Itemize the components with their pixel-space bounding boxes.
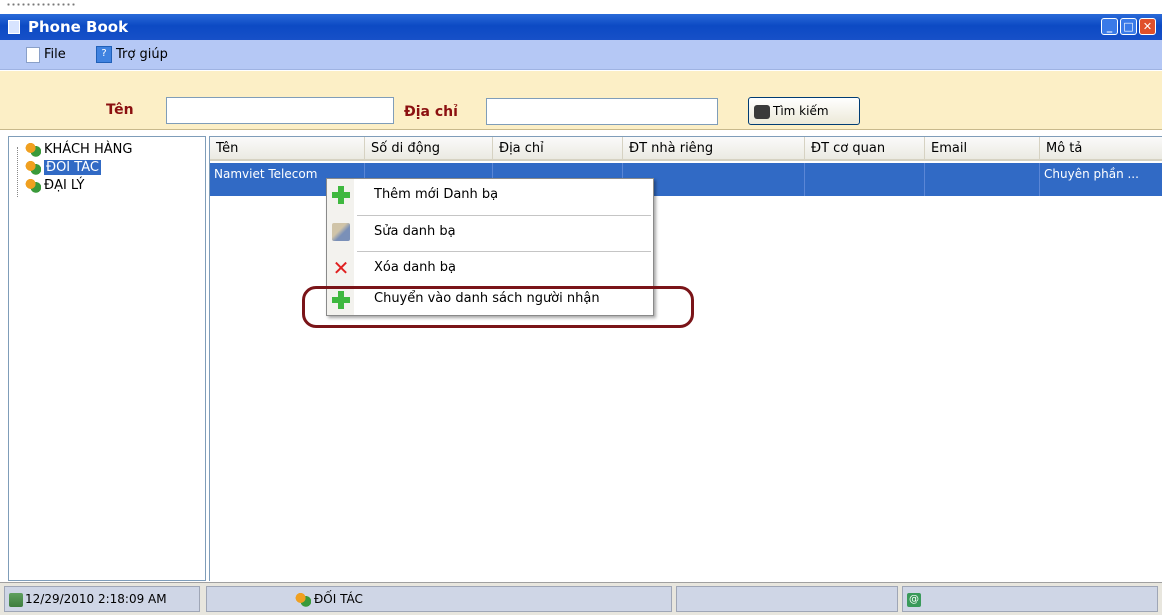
group-icon — [25, 142, 41, 157]
tree-item-dai-ly[interactable]: ĐẠI LÝ — [25, 177, 84, 195]
group-icon — [25, 178, 41, 193]
status-panel-empty — [676, 586, 898, 612]
app-icon — [8, 20, 20, 34]
menu-item-delete-contact[interactable]: ✕ Xóa danh bạ — [327, 251, 653, 285]
menu-item-add-contact[interactable]: Thêm mới Danh bạ — [327, 179, 653, 213]
menu-item-label: Thêm mới Danh bạ — [374, 187, 499, 202]
status-mail: @ — [902, 586, 1158, 612]
menu-help-label: Trợ giúp — [116, 47, 168, 62]
menu-bar: File ? Trợ giúp — [0, 40, 1162, 70]
tree-item-label: ĐẠI LÝ — [44, 178, 85, 193]
tree-item-label: ĐỐI TÁC — [44, 160, 101, 175]
dotted-decoration — [6, 2, 76, 8]
address-search-input[interactable] — [486, 98, 718, 125]
search-button-label: Tìm kiếm — [773, 104, 829, 118]
column-header-address[interactable]: Địa chỉ — [493, 137, 623, 161]
menu-item-edit-contact[interactable]: Sửa danh bạ — [327, 215, 653, 249]
status-datetime-text: 12/29/2010 2:18:09 AM — [25, 592, 167, 606]
clock-icon — [9, 592, 23, 607]
name-label: Tên — [106, 102, 134, 118]
menu-item-label: Xóa danh bạ — [374, 260, 457, 275]
address-label: Địa chỉ — [404, 104, 458, 120]
search-button[interactable]: Tìm kiếm — [748, 97, 860, 125]
name-search-input[interactable] — [166, 97, 394, 124]
column-header-name[interactable]: Tên — [210, 137, 365, 161]
minimize-button[interactable]: _ — [1101, 18, 1118, 35]
maximize-button[interactable]: □ — [1120, 18, 1137, 35]
window-title: Phone Book — [28, 18, 129, 36]
group-icon — [295, 592, 311, 607]
group-icon — [25, 160, 41, 175]
cell-description: Chuyên phần ... — [1040, 163, 1162, 196]
cell-office-phone — [805, 163, 925, 196]
top-strip — [0, 0, 1162, 14]
status-group: ĐỐI TÁC — [206, 586, 672, 612]
contact-group-tree: KHÁCH HÀNG ĐỐI TÁC ĐẠI LÝ — [8, 136, 206, 581]
title-bar[interactable]: Phone Book _ □ ✕ — [0, 14, 1162, 40]
column-header-mobile[interactable]: Số di động — [365, 137, 493, 161]
search-panel: Tên Địa chỉ Tìm kiếm — [0, 71, 1162, 130]
column-header-home-phone[interactable]: ĐT nhà riêng — [623, 137, 805, 161]
menu-help[interactable]: ? Trợ giúp — [96, 44, 168, 66]
help-icon: ? — [96, 46, 112, 63]
cell-email — [925, 163, 1040, 196]
highlight-annotation — [302, 286, 694, 328]
column-header-description[interactable]: Mô tả — [1040, 137, 1162, 161]
edit-icon — [332, 223, 350, 241]
menu-item-label: Sửa danh bạ — [374, 224, 456, 239]
file-icon — [26, 46, 40, 63]
red-x-icon: ✕ — [332, 256, 350, 280]
tree-connector — [17, 147, 25, 197]
status-bar: 12/29/2010 2:18:09 AM ĐỐI TÁC @ — [0, 582, 1162, 615]
tree-item-label: KHÁCH HÀNG — [44, 142, 133, 157]
column-header-office-phone[interactable]: ĐT cơ quan — [805, 137, 925, 161]
tree-item-khach-hang[interactable]: KHÁCH HÀNG — [25, 141, 132, 159]
status-group-text: ĐỐI TÁC — [314, 592, 363, 606]
menu-file[interactable]: File — [26, 44, 66, 66]
status-datetime: 12/29/2010 2:18:09 AM — [4, 586, 200, 612]
tree-item-doi-tac[interactable]: ĐỐI TÁC — [25, 159, 101, 177]
grid-header: Tên Số di động Địa chỉ ĐT nhà riêng ĐT c… — [210, 137, 1162, 161]
green-plus-icon — [332, 186, 350, 204]
column-header-email[interactable]: Email — [925, 137, 1040, 161]
binoculars-icon — [754, 104, 770, 119]
mail-icon: @ — [907, 592, 921, 607]
close-button[interactable]: ✕ — [1139, 18, 1156, 35]
menu-file-label: File — [44, 47, 66, 62]
